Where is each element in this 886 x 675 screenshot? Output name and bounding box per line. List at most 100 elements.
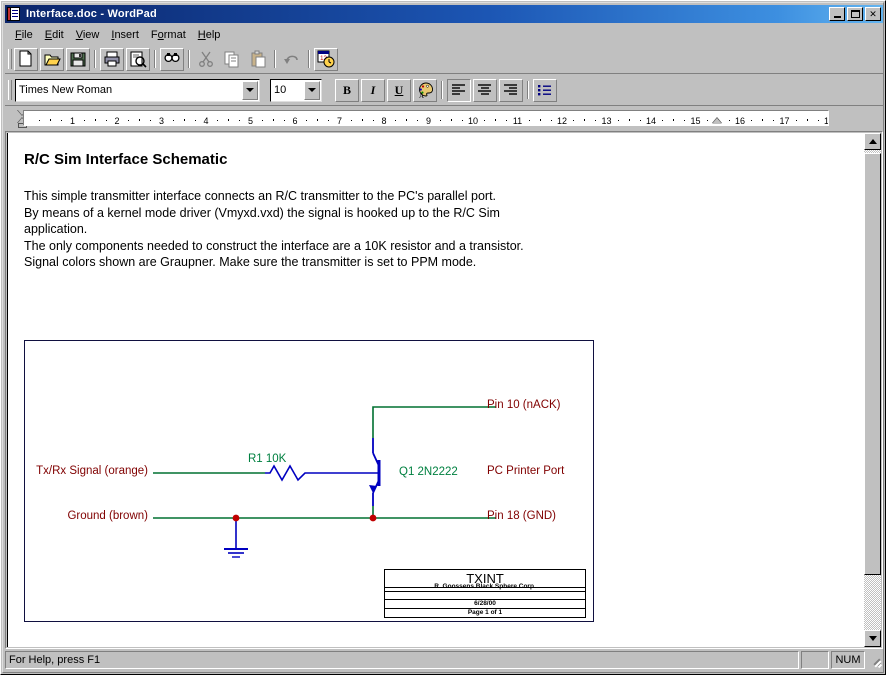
ruler-tick: [495, 119, 496, 121]
undo-button[interactable]: [280, 48, 304, 71]
status-num-pane: NUM: [831, 651, 865, 669]
scrollbar-thumb[interactable]: [864, 153, 881, 575]
menu-item-file[interactable]: FFileile: [9, 27, 39, 43]
toolbar-grip[interactable]: [7, 48, 11, 70]
scroll-up-button[interactable]: [864, 133, 881, 150]
ruler-number: 7: [337, 116, 342, 126]
ruler-number: 9: [426, 116, 431, 126]
resize-grip[interactable]: [869, 653, 883, 667]
close-button[interactable]: ✕: [865, 7, 881, 21]
scrollbar-track[interactable]: [864, 150, 881, 630]
ruler-tick: [629, 119, 630, 121]
ruler-dot: [150, 120, 151, 121]
ruler-dot: [351, 120, 352, 121]
italic-button[interactable]: I: [361, 79, 385, 102]
title-bar[interactable]: Interface.doc - WordPad ✕: [5, 5, 883, 23]
menu-item-help[interactable]: Help: [192, 27, 227, 43]
ruler-tick: [451, 119, 452, 121]
scroll-down-button[interactable]: [864, 630, 881, 647]
ruler-strip: 123456789101112131415161718: [23, 110, 829, 126]
ruler-tick: [184, 119, 185, 121]
status-help-text: For Help, press F1: [9, 654, 100, 666]
date-time-button[interactable]: 12: [314, 48, 338, 71]
find-button[interactable]: [160, 48, 184, 71]
svg-text:A: A: [419, 92, 424, 99]
window-title: Interface.doc - WordPad: [26, 8, 829, 20]
font-color-button[interactable]: A: [413, 79, 437, 102]
title-block-date: 6/28/00: [385, 600, 585, 609]
align-left-button[interactable]: [447, 79, 471, 102]
minimize-button[interactable]: [829, 7, 845, 21]
toolbar-separator: [271, 48, 279, 70]
toolbar-separator: [524, 79, 532, 101]
font-name-value: Times New Roman: [16, 84, 242, 96]
print-button[interactable]: [100, 48, 124, 71]
ruler-dot: [506, 120, 507, 121]
maximize-button[interactable]: [847, 7, 863, 21]
title-block-page: Page 1 of 1: [385, 609, 585, 617]
ruler-dot: [573, 120, 574, 121]
vertical-scrollbar[interactable]: [864, 133, 881, 647]
menu-item-format[interactable]: Format: [145, 27, 192, 43]
label-transistor-designator: Q1 2N2222: [399, 466, 458, 478]
menu-bar: FFileile Edit View Insert Format Help: [5, 25, 883, 44]
ruler-number: 16: [735, 116, 745, 126]
ruler-dot: [417, 120, 418, 121]
ruler-dot: [618, 120, 619, 121]
ruler-dot: [328, 120, 329, 121]
ruler-dot: [84, 120, 85, 121]
standard-toolbar: 12: [5, 45, 883, 74]
chevron-down-icon[interactable]: [242, 81, 258, 100]
copy-button[interactable]: [220, 48, 244, 71]
ruler-dot: [662, 120, 663, 121]
bold-button[interactable]: B: [335, 79, 359, 102]
save-button[interactable]: [66, 48, 90, 71]
ruler-tick: [406, 119, 407, 121]
align-right-button[interactable]: [499, 79, 523, 102]
document-content: R/C Sim Interface Schematic This simple …: [8, 133, 865, 647]
ruler-number: 6: [292, 116, 297, 126]
toolbar-separator: [438, 79, 446, 101]
chevron-down-icon[interactable]: [304, 81, 320, 100]
ruler-dot: [773, 120, 774, 121]
ruler-dot: [729, 120, 730, 121]
menu-item-edit[interactable]: Edit: [39, 27, 70, 43]
ruler-tick: [807, 119, 808, 121]
ruler-dot: [61, 120, 62, 121]
cut-button[interactable]: [194, 48, 218, 71]
new-button[interactable]: [14, 48, 38, 71]
label-ground-in: Ground (brown): [24, 510, 148, 522]
ruler-tick: [362, 119, 363, 121]
label-pin-18: Pin 18 (GND): [487, 510, 556, 522]
label-pin-10: Pin 10 (nACK): [487, 399, 561, 411]
format-toolbar: Times New Roman 10 B I U: [5, 75, 883, 106]
document-page[interactable]: R/C Sim Interface Schematic This simple …: [7, 133, 865, 647]
print-preview-button[interactable]: [126, 48, 150, 71]
align-center-button[interactable]: [473, 79, 497, 102]
format-toolbar-grip[interactable]: [7, 79, 11, 101]
bullets-button[interactable]: [533, 79, 557, 102]
menu-item-view[interactable]: View: [70, 27, 106, 43]
paste-button[interactable]: [246, 48, 270, 71]
right-indent-marker[interactable]: [712, 118, 722, 124]
ruler[interactable]: 123456789101112131415161718: [5, 107, 883, 129]
ruler-number: 10: [468, 116, 478, 126]
menu-item-insert[interactable]: Insert: [105, 27, 145, 43]
palette-icon: A: [416, 81, 434, 99]
ruler-dot: [395, 120, 396, 121]
ruler-number: 5: [248, 116, 253, 126]
underline-button[interactable]: U: [387, 79, 411, 102]
ruler-dot: [484, 120, 485, 121]
bold-label: B: [343, 83, 351, 98]
toolbar-separator: [305, 48, 313, 70]
ruler-number: 15: [690, 116, 700, 126]
status-help-pane: For Help, press F1: [5, 651, 799, 669]
toolbar-separator: [91, 48, 99, 70]
open-button[interactable]: [40, 48, 64, 71]
font-name-combo[interactable]: Times New Roman: [15, 79, 260, 102]
title-block: TXINT R. Goossens Black Sphere Corp. 6/2…: [384, 569, 586, 618]
ruler-dot: [551, 120, 552, 121]
font-size-combo[interactable]: 10: [270, 79, 322, 102]
ruler-number: 17: [779, 116, 789, 126]
ruler-dot: [195, 120, 196, 121]
